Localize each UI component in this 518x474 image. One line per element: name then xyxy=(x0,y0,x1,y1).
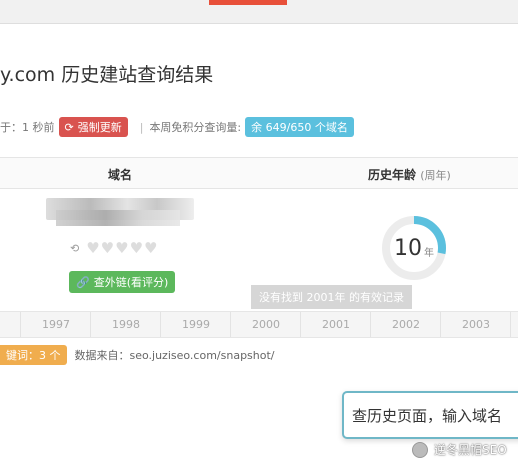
heart-icon: ♥ xyxy=(100,239,115,257)
timeline-divider xyxy=(300,312,301,337)
timeline-divider xyxy=(90,312,91,337)
search-placeholder: 查历史页面，输入域名 xyxy=(352,407,503,425)
heart-icon: ♥ xyxy=(144,239,158,257)
timeline-divider xyxy=(160,312,161,337)
keywords-badge: 键词：3 个 xyxy=(0,345,67,365)
refresh-icon[interactable]: ⟲ xyxy=(70,242,79,255)
table-header: 域名 历史年龄 (周年) xyxy=(0,157,518,189)
column-age-label: 历史年龄 xyxy=(368,168,417,182)
timeline-year[interactable]: 2003 xyxy=(462,318,490,331)
rating-hearts: ⟲ ♥ ♥ ♥ ♥ ♥ xyxy=(70,239,157,257)
timeline-divider xyxy=(440,312,441,337)
timeline-year[interactable]: 2001 xyxy=(322,318,350,331)
source-text: 数据来自：seo.juziseo.com/snapshot/ xyxy=(74,349,275,362)
column-age: 历史年龄 (周年) xyxy=(368,166,451,183)
active-tab-indicator[interactable] xyxy=(209,0,287,5)
watermark-text: 逆冬黑帽SEO xyxy=(434,443,507,457)
external-links-label: 查外链(看评分) xyxy=(93,276,169,289)
quota-badge: 余 649/650 个域名 xyxy=(245,117,354,137)
column-domain: 域名 xyxy=(108,168,133,182)
age-value: 10 年 xyxy=(380,214,448,282)
age-number: 10 xyxy=(394,235,422,261)
watermark: 逆冬黑帽SEO xyxy=(412,441,507,458)
year-timeline[interactable]: 1997 1998 1999 2000 2001 2002 2003 xyxy=(0,311,518,338)
divider: | xyxy=(139,120,144,134)
heart-icon: ♥ xyxy=(115,239,129,257)
blurred-domain-detail xyxy=(56,210,180,226)
timeline-year[interactable]: 2000 xyxy=(252,318,280,331)
top-bar xyxy=(0,0,518,24)
source-row: 键词：3 个 数据来自：seo.juziseo.com/snapshot/ xyxy=(0,345,275,365)
heart-icon: ♥ xyxy=(86,239,100,257)
age-unit: 年 xyxy=(424,247,434,259)
page-title: y.com 历史建站查询结果 xyxy=(0,64,214,86)
timeline-year[interactable]: 1997 xyxy=(42,318,70,331)
no-record-tooltip: 没有找到 2001年 的有效记录 xyxy=(251,285,412,309)
weekly-free-label: 本周免积分查询量: xyxy=(149,121,242,134)
status-row: 于：1 秒前 ⟳ 强制更新 | 本周免积分查询量: 余 649/650 个域名 xyxy=(0,117,354,137)
timeline-divider xyxy=(20,312,21,337)
search-input[interactable]: 查历史页面，输入域名 xyxy=(342,391,518,439)
heart-icon: ♥ xyxy=(129,239,144,257)
link-icon: 🔗 xyxy=(76,275,90,289)
timeline-year[interactable]: 2002 xyxy=(392,318,420,331)
timeline-year[interactable]: 1998 xyxy=(112,318,140,331)
timeline-year[interactable]: 1999 xyxy=(182,318,210,331)
timeline-divider xyxy=(370,312,371,337)
timeline-divider xyxy=(230,312,231,337)
column-age-unit: (周年) xyxy=(420,169,451,182)
timeline-divider xyxy=(510,312,511,337)
force-update-button[interactable]: ⟳ 强制更新 xyxy=(58,117,128,137)
updated-time: 于：1 秒前 xyxy=(0,121,55,134)
external-links-button[interactable]: 🔗 查外链(看评分) xyxy=(69,271,176,293)
wechat-logo-icon xyxy=(412,441,428,458)
force-update-label: 强制更新 xyxy=(77,121,122,134)
refresh-icon: ⟳ xyxy=(64,120,74,134)
